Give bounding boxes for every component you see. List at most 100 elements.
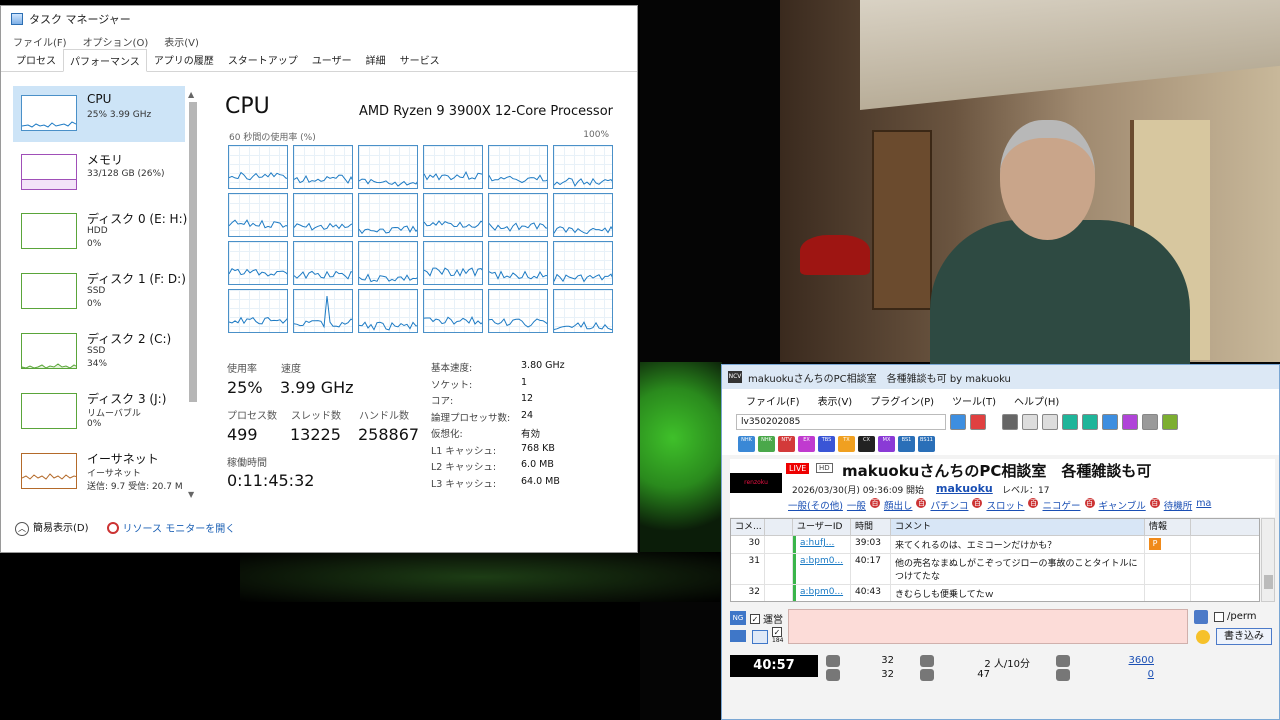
color-command-icon[interactable] (1194, 610, 1208, 624)
col-user-id[interactable]: ユーザーID (793, 519, 851, 535)
scrollbar-thumb[interactable] (1264, 575, 1273, 589)
program-owner-link[interactable]: makuoku (936, 482, 993, 495)
col-number[interactable]: コメ... (731, 519, 765, 535)
resource-item-disk2[interactable]: ディスク 2 (C:) SSD 34% (13, 324, 185, 380)
channel-ex[interactable]: EX (798, 436, 815, 452)
col-comment[interactable]: コメント (891, 519, 1145, 535)
program-title[interactable]: makuokuさんちのPC相談室 各種雑談も可 (842, 460, 1151, 481)
viewer-menu-file[interactable]: ファイル(F) (746, 393, 800, 408)
resource-detail: HDD (87, 226, 108, 236)
perm-checkbox[interactable] (1214, 611, 1224, 622)
viewer-menu-plugin[interactable]: プラグイン(P) (870, 393, 934, 408)
resource-item-ethernet[interactable]: イーサネット イーサネット 送信: 9.7 受信: 20.7 M (13, 444, 185, 500)
gear-icon[interactable] (1162, 414, 1178, 430)
menu-options[interactable]: オプション(O) (83, 34, 149, 49)
connect-icon[interactable] (950, 414, 966, 430)
anonymous-checkbox[interactable]: ✓ (772, 627, 782, 637)
ng-icon[interactable]: NG (730, 611, 746, 625)
download-icon[interactable] (1062, 414, 1078, 430)
viewer-titlebar[interactable]: NCV makuokuさんちのPC相談室 各種雑談も可 by makuoku (722, 365, 1279, 389)
tab-services[interactable]: サービス (393, 48, 447, 71)
list-icon[interactable] (752, 630, 768, 644)
channel-mx[interactable]: MX (878, 436, 895, 452)
tag-link[interactable]: 一般(その他) (788, 498, 843, 512)
blank-tool-icon[interactable] (1042, 414, 1058, 430)
scrollbar-thumb[interactable] (189, 102, 197, 402)
resource-item-cpu[interactable]: CPU 25% 3.99 GHz (13, 86, 185, 142)
tab-startup[interactable]: スタートアップ (221, 48, 305, 71)
comment-text: 来てくれるのは、エミコーンだけかも？ (891, 536, 1145, 553)
channel-nhk-e[interactable]: NHK (758, 436, 775, 452)
operator-toggle[interactable]: ✓ 運営 (750, 611, 783, 626)
channel-bs1[interactable]: BS1 (898, 436, 915, 452)
channel-tbs[interactable]: TBS (818, 436, 835, 452)
menu-file[interactable]: ファイル(F) (13, 34, 67, 49)
tab-users[interactable]: ユーザー (305, 48, 359, 71)
tag-link[interactable]: 待機所 (1164, 498, 1193, 512)
comment-user-link[interactable]: a:bpm0... (793, 585, 851, 601)
comment-user-link[interactable]: a:hufJ... (793, 536, 851, 553)
tag-link[interactable]: パチンコ (930, 498, 968, 512)
channel-cx[interactable]: CX (858, 436, 875, 452)
reload-icon[interactable] (1002, 414, 1018, 430)
perm-label: /perm (1227, 611, 1257, 622)
tag-link[interactable]: 顔出し (884, 498, 913, 512)
scroll-up-icon[interactable]: ▲ (188, 90, 194, 99)
comment-row[interactable]: 30 a:hufJ... 39:03 来てくれるのは、エミコーンだけかも？ P (731, 536, 1259, 554)
keyboard-icon[interactable] (730, 630, 746, 642)
viewer-menu-tools[interactable]: ツール(T) (952, 393, 996, 408)
users-icon[interactable] (1082, 414, 1098, 430)
channel-bs11[interactable]: BS11 (918, 436, 935, 452)
resource-item-disk0[interactable]: ディスク 0 (E: H:) HDD 0% (13, 204, 187, 260)
post-comment-button[interactable]: 書き込み (1216, 628, 1272, 645)
comment-row[interactable]: 31 a:bpm0... 40:17 他の売名なまぬしがこぞってジローの事故のこ… (731, 554, 1259, 585)
resource-list-scrollbar[interactable]: ▲ ▼ (186, 90, 200, 500)
comment-input[interactable] (788, 609, 1188, 644)
blank-tool-icon[interactable] (1022, 414, 1038, 430)
disk1-thumbnail-graph (21, 273, 77, 309)
speech-icon[interactable] (1102, 414, 1118, 430)
tab-details[interactable]: 詳細 (359, 48, 393, 71)
viewer-menu-help[interactable]: ヘルプ(H) (1014, 393, 1059, 408)
resource-item-disk1[interactable]: ディスク 1 (F: D:) SSD 0% (13, 264, 186, 320)
tab-performance[interactable]: パフォーマンス (63, 49, 147, 72)
tag-link[interactable]: スロット (986, 498, 1024, 512)
disconnect-icon[interactable] (970, 414, 986, 430)
channel-ntv[interactable]: NTV (778, 436, 795, 452)
col-info[interactable]: 情報 (1145, 519, 1191, 535)
ad-points-link[interactable]: 3600 (1090, 655, 1154, 666)
task-manager-titlebar[interactable]: タスク マネージャー (1, 6, 637, 32)
live-id-input[interactable]: lv350202085 (736, 414, 946, 430)
comment-user-link[interactable]: a:bpm0... (793, 554, 851, 584)
viewer-menu-view[interactable]: 表示(V) (818, 393, 853, 408)
tab-app-history[interactable]: アプリの履歴 (147, 48, 221, 71)
compact-view-button[interactable]: ︿ 簡易表示(D) (15, 519, 89, 536)
tab-processes[interactable]: プロセス (9, 48, 63, 71)
tag-link[interactable]: ギャンブル (1099, 498, 1146, 512)
scroll-down-icon[interactable]: ▼ (188, 490, 194, 499)
comment-table-scrollbar[interactable] (1261, 518, 1275, 602)
anonymous-toggle[interactable]: ✓ 184 (772, 627, 783, 644)
comment-row[interactable]: 32 a:bpm0... 40:43 きむらしも便乗してたｗ (731, 585, 1259, 601)
menu-view[interactable]: 表示(V) (164, 34, 199, 49)
channel-tx[interactable]: TX (838, 436, 855, 452)
emoji-icon[interactable] (1196, 630, 1210, 644)
tag-link[interactable]: 一般 (847, 498, 866, 512)
spec-label: 論理プロセッサ数: (431, 413, 511, 424)
open-resource-monitor-link[interactable]: リソース モニターを開く (106, 520, 235, 535)
col-flag[interactable] (765, 519, 793, 535)
resource-item-disk3[interactable]: ディスク 3 (J:) リムーバブル 0% (13, 384, 185, 440)
channel-nhk[interactable]: NHK (738, 436, 755, 452)
search-icon[interactable] (1122, 414, 1138, 430)
col-time[interactable]: 時間 (851, 519, 891, 535)
gift-points-link[interactable]: 0 (1090, 669, 1154, 680)
resource-item-memory[interactable]: メモリ 33/128 GB (26%) (13, 145, 185, 201)
logical-processor-graph (488, 193, 548, 237)
cpu-thumbnail-graph (21, 95, 77, 131)
operator-checkbox[interactable]: ✓ (750, 613, 760, 624)
program-thumbnail[interactable]: renzoku (730, 473, 782, 493)
tag-link[interactable]: ma (1196, 498, 1211, 512)
perm-toggle[interactable]: /perm (1214, 611, 1257, 622)
tag-link[interactable]: ニコゲー (1042, 498, 1080, 512)
list-icon[interactable] (1142, 414, 1158, 430)
